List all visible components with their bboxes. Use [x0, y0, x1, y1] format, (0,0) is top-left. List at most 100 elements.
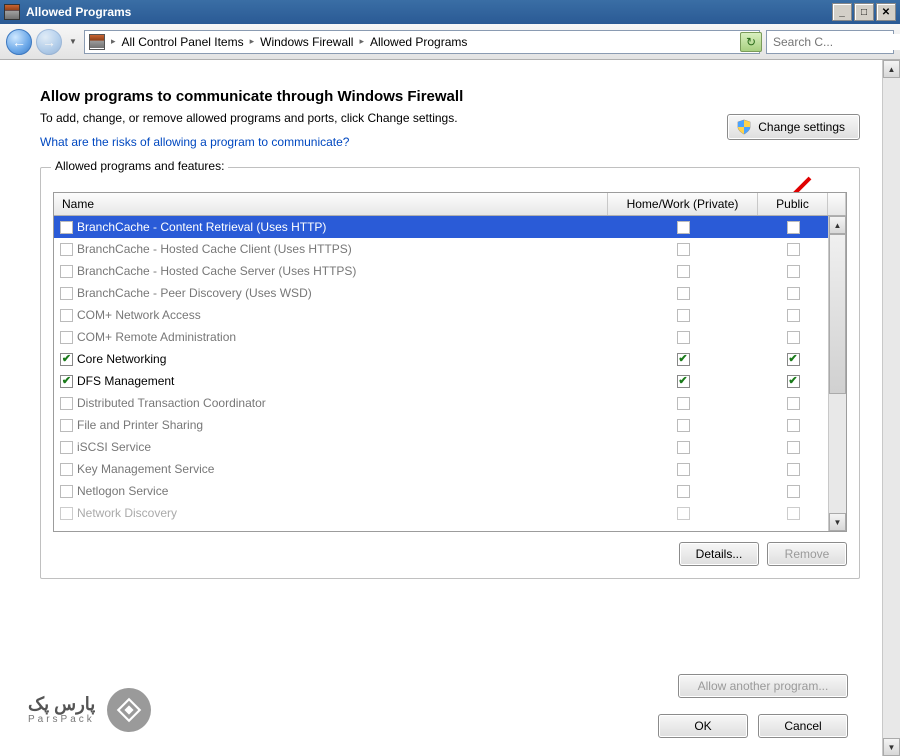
program-name: COM+ Remote Administration: [77, 330, 236, 344]
table-row[interactable]: BranchCache - Peer Discovery (Uses WSD): [54, 282, 828, 304]
column-public[interactable]: Public: [758, 193, 828, 215]
program-checkbox[interactable]: [60, 419, 73, 432]
public-checkbox[interactable]: [787, 485, 800, 498]
program-name: BranchCache - Content Retrieval (Uses HT…: [77, 220, 326, 234]
public-checkbox[interactable]: [787, 331, 800, 344]
table-row[interactable]: COM+ Remote Administration: [54, 326, 828, 348]
table-row[interactable]: DFS Management: [54, 370, 828, 392]
public-checkbox[interactable]: [787, 221, 800, 234]
scroll-down-icon[interactable]: ▼: [829, 513, 846, 531]
scroll-up-icon[interactable]: ▲: [829, 216, 846, 234]
home-checkbox[interactable]: [677, 397, 690, 410]
column-home[interactable]: Home/Work (Private): [608, 193, 758, 215]
home-checkbox[interactable]: [677, 507, 690, 520]
change-settings-button[interactable]: Change settings: [727, 114, 860, 140]
home-checkbox[interactable]: [677, 441, 690, 454]
program-checkbox[interactable]: [60, 221, 73, 234]
table-row[interactable]: iSCSI Service: [54, 436, 828, 458]
table-row[interactable]: Distributed Transaction Coordinator: [54, 392, 828, 414]
search-input[interactable]: [771, 34, 900, 50]
table-row[interactable]: BranchCache - Content Retrieval (Uses HT…: [54, 216, 828, 238]
home-checkbox[interactable]: [677, 485, 690, 498]
home-checkbox[interactable]: [677, 331, 690, 344]
program-name: Network Discovery: [77, 506, 177, 520]
table-row[interactable]: Network Discovery: [54, 502, 828, 524]
scroll-up-icon[interactable]: ▲: [883, 60, 900, 78]
public-checkbox[interactable]: [787, 243, 800, 256]
home-checkbox[interactable]: [677, 243, 690, 256]
public-checkbox[interactable]: [787, 353, 800, 366]
public-checkbox[interactable]: [787, 287, 800, 300]
search-box[interactable]: 🔍: [766, 30, 894, 54]
page-subtitle: To add, change, or remove allowed progra…: [40, 111, 727, 125]
home-checkbox[interactable]: [677, 221, 690, 234]
program-name: Netlogon Service: [77, 484, 168, 498]
watermark: پارس پک ParsPack: [28, 688, 151, 732]
program-name: BranchCache - Hosted Cache Client (Uses …: [77, 242, 352, 256]
home-checkbox[interactable]: [677, 375, 690, 388]
program-checkbox[interactable]: [60, 309, 73, 322]
home-checkbox[interactable]: [677, 265, 690, 278]
refresh-button[interactable]: ↻: [740, 32, 762, 52]
page-title: Allow programs to communicate through Wi…: [40, 88, 727, 105]
watermark-english: ParsPack: [28, 714, 95, 725]
home-checkbox[interactable]: [677, 353, 690, 366]
program-checkbox[interactable]: [60, 485, 73, 498]
address-bar[interactable]: ▸ All Control Panel Items ▸ Windows Fire…: [84, 30, 760, 54]
public-checkbox[interactable]: [787, 375, 800, 388]
program-checkbox[interactable]: [60, 265, 73, 278]
program-checkbox[interactable]: [60, 375, 73, 388]
remove-button[interactable]: Remove: [767, 542, 847, 566]
table-row[interactable]: Netlogon Service: [54, 480, 828, 502]
breadcrumb-segment[interactable]: All Control Panel Items: [122, 35, 244, 49]
program-checkbox[interactable]: [60, 353, 73, 366]
program-checkbox[interactable]: [60, 441, 73, 454]
scroll-thumb[interactable]: [829, 234, 846, 394]
list-scrollbar[interactable]: ▲ ▼: [828, 216, 846, 531]
close-button[interactable]: ✕: [876, 3, 896, 21]
program-checkbox[interactable]: [60, 397, 73, 410]
maximize-button[interactable]: □: [854, 3, 874, 21]
program-name: COM+ Network Access: [77, 308, 201, 322]
public-checkbox[interactable]: [787, 397, 800, 410]
public-checkbox[interactable]: [787, 441, 800, 454]
minimize-button[interactable]: _: [832, 3, 852, 21]
watermark-persian: پارس پک: [28, 695, 95, 715]
risks-link[interactable]: What are the risks of allowing a program…: [40, 135, 349, 149]
table-row[interactable]: COM+ Network Access: [54, 304, 828, 326]
programs-listview: Name Home/Work (Private) Public BranchCa…: [53, 192, 847, 532]
public-checkbox[interactable]: [787, 419, 800, 432]
public-checkbox[interactable]: [787, 265, 800, 278]
cancel-button[interactable]: Cancel: [758, 714, 848, 738]
home-checkbox[interactable]: [677, 463, 690, 476]
public-checkbox[interactable]: [787, 309, 800, 322]
allow-another-program-button[interactable]: Allow another program...: [678, 674, 848, 698]
change-settings-label: Change settings: [758, 120, 845, 134]
program-checkbox[interactable]: [60, 331, 73, 344]
program-checkbox[interactable]: [60, 507, 73, 520]
table-row[interactable]: Key Management Service: [54, 458, 828, 480]
program-checkbox[interactable]: [60, 243, 73, 256]
table-row[interactable]: BranchCache - Hosted Cache Client (Uses …: [54, 238, 828, 260]
breadcrumb-segment[interactable]: Allowed Programs: [370, 35, 467, 49]
back-button[interactable]: ←: [6, 29, 32, 55]
forward-button[interactable]: →: [36, 29, 62, 55]
home-checkbox[interactable]: [677, 287, 690, 300]
table-row[interactable]: BranchCache - Hosted Cache Server (Uses …: [54, 260, 828, 282]
nav-history-dropdown[interactable]: ▼: [66, 29, 80, 55]
scroll-down-icon[interactable]: ▼: [883, 738, 900, 756]
public-checkbox[interactable]: [787, 463, 800, 476]
public-checkbox[interactable]: [787, 507, 800, 520]
ok-button[interactable]: OK: [658, 714, 748, 738]
details-button[interactable]: Details...: [679, 542, 759, 566]
home-checkbox[interactable]: [677, 309, 690, 322]
program-checkbox[interactable]: [60, 463, 73, 476]
chevron-right-icon: ▸: [248, 36, 257, 47]
program-checkbox[interactable]: [60, 287, 73, 300]
home-checkbox[interactable]: [677, 419, 690, 432]
column-name[interactable]: Name: [54, 193, 608, 215]
table-row[interactable]: Core Networking: [54, 348, 828, 370]
breadcrumb-segment[interactable]: Windows Firewall: [260, 35, 353, 49]
table-row[interactable]: File and Printer Sharing: [54, 414, 828, 436]
page-scrollbar[interactable]: ▲ ▼: [882, 60, 900, 756]
